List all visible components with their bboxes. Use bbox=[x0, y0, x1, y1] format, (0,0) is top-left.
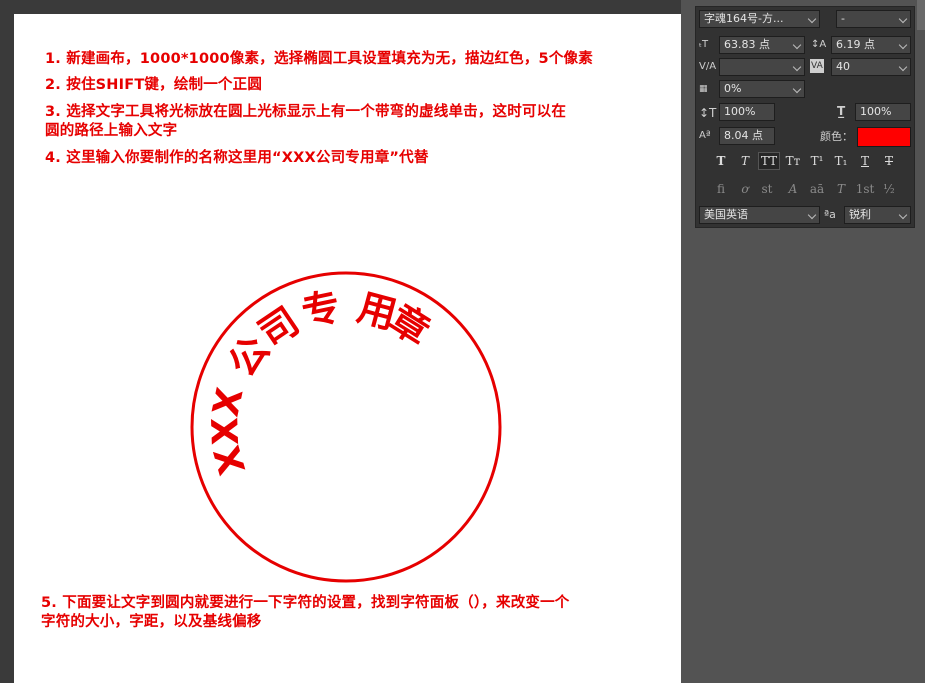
tsume-icon: ▦ bbox=[699, 84, 708, 94]
character-panel: 字魂164号-方... - ₜT 63.83 点 ↕A 6.19 点 V/A V… bbox=[695, 6, 915, 228]
tracking-field[interactable]: 40 bbox=[831, 58, 911, 76]
stamp-char: 专 bbox=[298, 284, 344, 335]
font-style-select[interactable]: - bbox=[836, 10, 911, 28]
contextual-alternates-button[interactable]: T bbox=[832, 180, 850, 198]
document-canvas[interactable]: 1. 新建画布，1000*1000像素，选择椭圆工具设置填充为无，描边红色，5个… bbox=[14, 14, 681, 683]
baseline-shift-icon: Aª bbox=[699, 130, 711, 141]
underline-button[interactable]: T bbox=[856, 152, 874, 170]
fractions-button[interactable]: ½ bbox=[880, 180, 898, 198]
vertical-scale-field[interactable]: 100% bbox=[719, 103, 775, 121]
vertical-scale-icon: ↕T bbox=[699, 106, 717, 120]
tracking-icon: VA bbox=[810, 59, 824, 73]
stamp-char: X bbox=[206, 384, 252, 420]
stamp-char: X bbox=[207, 441, 254, 479]
anti-alias-icon: ªa bbox=[824, 208, 836, 221]
panel-scrollbar[interactable] bbox=[917, 0, 925, 30]
ordinals-button[interactable]: 1st bbox=[854, 180, 876, 198]
text-color-swatch[interactable] bbox=[857, 127, 911, 147]
subscript-button[interactable]: T₁ bbox=[832, 152, 850, 170]
ligatures-button[interactable]: fi bbox=[712, 180, 730, 198]
kerning-field[interactable] bbox=[719, 58, 805, 76]
tsume-field[interactable]: 0% bbox=[719, 80, 805, 98]
font-size-field[interactable]: 63.83 点 bbox=[719, 36, 805, 54]
language-select[interactable]: 美国英语 bbox=[699, 206, 820, 224]
small-caps-button[interactable]: Tт bbox=[784, 152, 802, 170]
superscript-button[interactable]: T¹ bbox=[808, 152, 826, 170]
kerning-icon: V/A bbox=[699, 61, 717, 72]
leading-icon: ↕A bbox=[811, 39, 827, 50]
strikethrough-button[interactable]: T bbox=[880, 152, 898, 170]
font-family-select[interactable]: 字魂164号-方... bbox=[699, 10, 820, 28]
horizontal-scale-field[interactable]: 100% bbox=[855, 103, 911, 121]
font-size-icon: ₜT bbox=[699, 39, 709, 50]
stamp-char: X bbox=[205, 416, 247, 445]
faux-bold-button[interactable]: T bbox=[712, 152, 730, 170]
discretionary-ligatures-button[interactable]: ơ bbox=[736, 180, 754, 198]
stylistic-alternates-button[interactable]: st bbox=[758, 180, 776, 198]
baseline-shift-field[interactable]: 8.04 点 bbox=[719, 127, 775, 145]
company-stamp: XXX公司专 用章 bbox=[190, 271, 502, 583]
swash-button[interactable]: A bbox=[784, 180, 802, 198]
anti-alias-select[interactable]: 锐利 bbox=[844, 206, 911, 224]
faux-italic-button[interactable]: T bbox=[736, 152, 754, 170]
leading-field[interactable]: 6.19 点 bbox=[831, 36, 911, 54]
horizontal-scale-icon: T̲ bbox=[837, 104, 846, 118]
titling-alternates-button[interactable]: aā bbox=[808, 180, 826, 198]
all-caps-button[interactable]: TT bbox=[758, 152, 780, 170]
color-label: 颜色： bbox=[820, 130, 853, 143]
